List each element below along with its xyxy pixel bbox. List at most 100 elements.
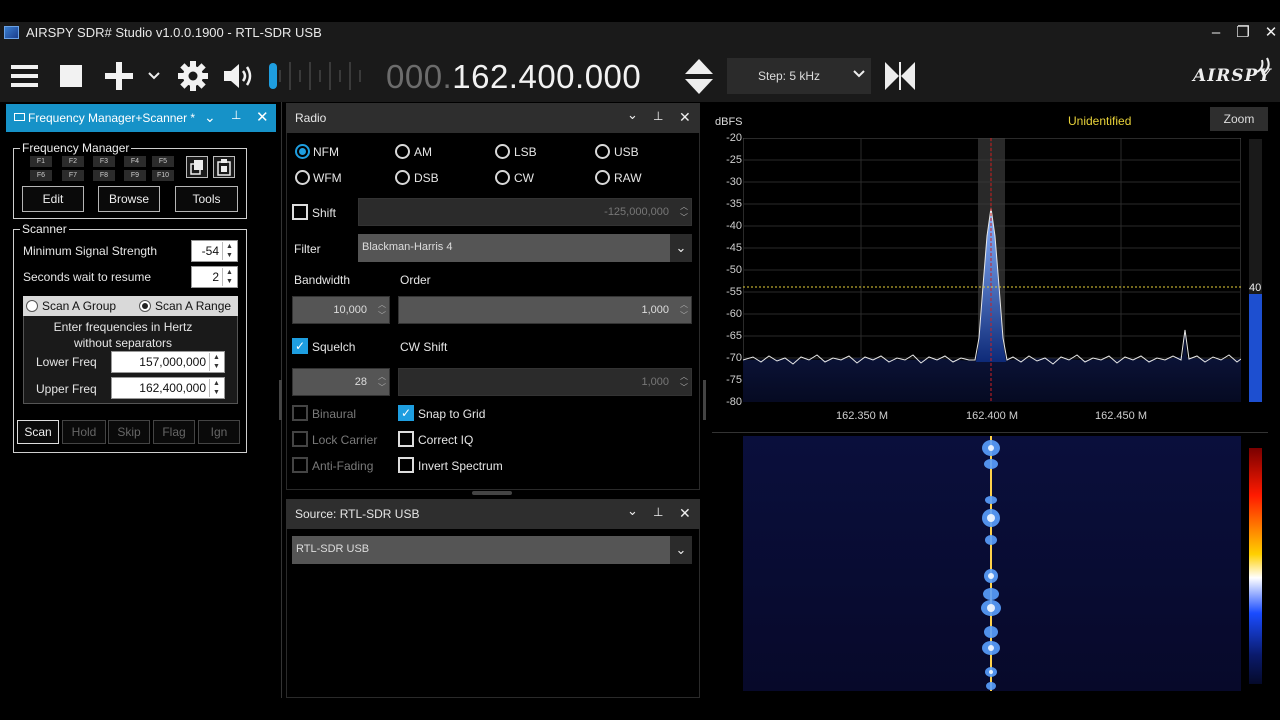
- squelch-level-bar[interactable]: [1249, 139, 1262, 402]
- close-icon[interactable]: ✕: [679, 505, 691, 522]
- upper-freq-input[interactable]: 162,400,000 ▲ ▼: [111, 377, 225, 399]
- ignore-button[interactable]: Ign: [198, 420, 240, 444]
- fkey-button[interactable]: F1: [30, 156, 52, 167]
- spectrum-plot[interactable]: [742, 137, 1242, 405]
- mode-nfm-radio[interactable]: [295, 144, 310, 159]
- spin-arrows-icon[interactable]: ︿ ﹀: [378, 371, 386, 393]
- chevron-down-icon[interactable]: ⌄: [204, 109, 216, 126]
- flag-button[interactable]: Flag: [153, 420, 195, 444]
- order-value: 1,000: [641, 304, 669, 316]
- fkey-button[interactable]: F7: [62, 170, 84, 181]
- min-signal-input[interactable]: -54 ▲ ▼: [191, 240, 238, 262]
- spin-arrows-icon[interactable]: ▲ ▼: [222, 268, 236, 286]
- fkey-button[interactable]: F4: [124, 156, 146, 167]
- spin-arrows-icon[interactable]: ▲ ▼: [222, 242, 236, 260]
- splitter-handle[interactable]: [703, 380, 706, 420]
- splitter-handle[interactable]: [279, 380, 282, 420]
- anti-fading-label: Anti-Fading: [312, 459, 374, 473]
- volume-slider[interactable]: [266, 56, 371, 99]
- waterfall-plot[interactable]: [743, 436, 1241, 694]
- hold-button[interactable]: Hold: [62, 420, 106, 444]
- mode-cw-radio[interactable]: [495, 170, 510, 185]
- spin-arrows-icon[interactable]: ▲ ▼: [209, 379, 223, 397]
- tune-up-down-icon[interactable]: [683, 57, 715, 100]
- filter-select[interactable]: Blackman-Harris 4 ⌄: [358, 234, 692, 262]
- invert-spectrum-checkbox[interactable]: [398, 457, 414, 473]
- fkey-button[interactable]: F10: [152, 170, 174, 181]
- mode-dsb-radio[interactable]: [395, 170, 410, 185]
- chevron-down-icon[interactable]: ⌄: [627, 503, 638, 519]
- mode-wfm-radio[interactable]: [295, 170, 310, 185]
- scan-group-label: Scan A Group: [42, 299, 117, 313]
- spin-arrows-icon[interactable]: ︿ ﹀: [680, 299, 688, 321]
- copy-icon[interactable]: [186, 156, 208, 178]
- squelch-input[interactable]: 28 ︿ ﹀: [292, 368, 390, 396]
- lower-freq-input[interactable]: 157,000,000 ▲ ▼: [111, 351, 225, 373]
- cwshift-input[interactable]: 1,000 ︿ ﹀: [398, 368, 692, 396]
- edit-button[interactable]: Edit: [22, 186, 84, 212]
- speaker-icon[interactable]: [222, 61, 258, 94]
- binaural-checkbox[interactable]: [292, 405, 308, 421]
- plus-icon[interactable]: [104, 61, 134, 94]
- filter-value: Blackman-Harris 4: [362, 241, 453, 253]
- lock-carrier-checkbox[interactable]: [292, 431, 308, 447]
- paste-icon[interactable]: [213, 156, 235, 178]
- chevron-down-icon[interactable]: [148, 70, 160, 84]
- splitter-handle[interactable]: [472, 491, 512, 495]
- minimize-button[interactable]: –: [1204, 22, 1228, 44]
- seconds-wait-label: Seconds wait to resume: [23, 270, 152, 284]
- fkey-button[interactable]: F9: [124, 170, 146, 181]
- fkey-button[interactable]: F3: [93, 156, 115, 167]
- bowtie-swap-icon[interactable]: [884, 61, 916, 94]
- browse-button[interactable]: Browse: [98, 186, 160, 212]
- order-input[interactable]: 1,000 ︿ ﹀: [398, 296, 692, 324]
- scan-group-radio[interactable]: [26, 300, 38, 312]
- bandwidth-input[interactable]: 10,000 ︿ ﹀: [292, 296, 390, 324]
- spin-arrows-icon[interactable]: ︿ ﹀: [680, 371, 688, 393]
- pin-icon[interactable]: ⊥: [231, 108, 241, 122]
- step-select[interactable]: Step: 5 kHz: [727, 58, 871, 94]
- scan-button[interactable]: Scan: [17, 420, 59, 444]
- anti-fading-checkbox[interactable]: [292, 457, 308, 473]
- fkey-button[interactable]: F6: [30, 170, 52, 181]
- maximize-button[interactable]: ❐: [1231, 22, 1255, 44]
- shift-input[interactable]: -125,000,000 ︿ ﹀: [358, 198, 692, 226]
- skip-button[interactable]: Skip: [108, 420, 150, 444]
- hamburger-menu-icon[interactable]: [11, 63, 39, 92]
- squelch-checkbox[interactable]: ✓: [292, 338, 308, 354]
- shift-checkbox[interactable]: [292, 204, 308, 220]
- source-device-select[interactable]: RTL-SDR USB ⌄: [292, 536, 692, 564]
- squelch-level-fill: [1249, 294, 1262, 402]
- close-icon[interactable]: ✕: [256, 108, 269, 126]
- close-window-button[interactable]: ✕: [1259, 22, 1280, 44]
- mode-lsb-radio[interactable]: [495, 144, 510, 159]
- scan-range-radio[interactable]: [139, 300, 151, 312]
- correct-iq-checkbox[interactable]: [398, 431, 414, 447]
- stop-icon[interactable]: [59, 63, 83, 92]
- mode-cw-label: CW: [514, 171, 534, 185]
- spin-arrows-icon[interactable]: ︿ ﹀: [378, 299, 386, 321]
- fkey-button[interactable]: F8: [93, 170, 115, 181]
- frequency-display[interactable]: 000.162.400.000: [386, 58, 641, 96]
- seconds-wait-input[interactable]: 2 ▲ ▼: [191, 266, 238, 288]
- lower-freq-value: 157,000,000: [139, 355, 206, 369]
- mode-am-radio[interactable]: [395, 144, 410, 159]
- pin-icon[interactable]: ⊥: [653, 505, 663, 519]
- chevron-down-icon[interactable]: ⌄: [627, 107, 638, 123]
- pin-icon[interactable]: ⊥: [653, 109, 663, 123]
- fkey-button[interactable]: F5: [152, 156, 174, 167]
- mode-raw-radio[interactable]: [595, 170, 610, 185]
- bandwidth-label: Bandwidth: [294, 273, 351, 287]
- mode-usb-radio[interactable]: [595, 144, 610, 159]
- spin-arrows-icon[interactable]: ▲ ▼: [209, 353, 223, 371]
- close-icon[interactable]: ✕: [679, 109, 691, 126]
- hint-text-2: without separators: [73, 336, 173, 350]
- fkey-button[interactable]: F2: [62, 156, 84, 167]
- mode-raw-label: RAW: [614, 171, 642, 185]
- step-label: Step: 5 kHz: [758, 69, 821, 83]
- tools-button[interactable]: Tools: [175, 186, 238, 212]
- zoom-button[interactable]: Zoom: [1210, 107, 1268, 131]
- spin-arrows-icon[interactable]: ︿ ﹀: [680, 201, 688, 223]
- gear-icon[interactable]: [177, 60, 209, 95]
- snap-to-grid-checkbox[interactable]: ✓: [398, 405, 414, 421]
